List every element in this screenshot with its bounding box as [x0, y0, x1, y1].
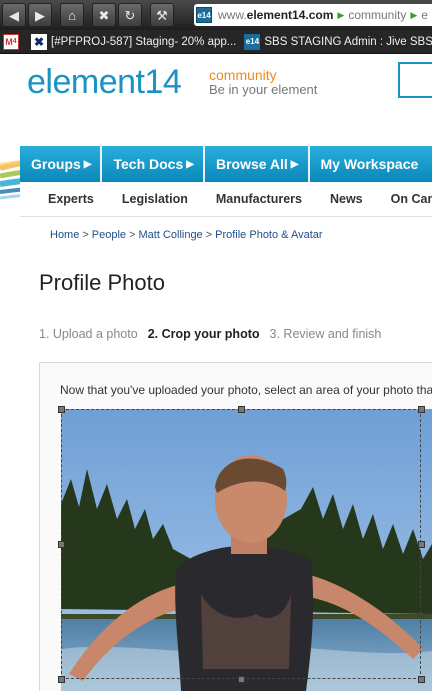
browser-toolbar: ◀ ▶ ⌂ ✖ ↻ ⚒ e14 www. element14.com ▶ comm… — [0, 0, 432, 30]
crop-handle-top-middle[interactable] — [238, 406, 245, 413]
nav-groups[interactable]: Groups ▶ — [20, 146, 103, 182]
address-path: community — [348, 8, 407, 22]
element14-logo[interactable]: element14 — [27, 63, 182, 102]
home-icon[interactable]: ⌂ — [60, 3, 84, 27]
nav-my-workspace[interactable]: My Workspace — [310, 146, 428, 182]
crop-handle-top-left[interactable] — [58, 406, 65, 413]
subnav-experts[interactable]: Experts — [48, 192, 94, 206]
wizard-steps: 1. Upload a photo 2. Crop your photo 3. Re… — [39, 327, 381, 341]
sub-nav: Experts Legislation Manufacturers News O… — [20, 182, 432, 217]
site-favicon-icon: e14 — [196, 7, 212, 23]
address-arrow-icon: ▶ — [337, 9, 345, 20]
site-header: element14 community Be in your element — [0, 54, 432, 202]
crop-instruction: Now that you've uploaded your photo, sel… — [60, 383, 432, 397]
nav-arrow-icon: ▶ — [186, 158, 194, 170]
tab-jira-label: [#PFPROJ-587] Staging- 20% app... — [51, 35, 237, 48]
tagline-community: community — [209, 67, 277, 83]
subnav-manufacturers[interactable]: Manufacturers — [216, 192, 302, 206]
tools-wrench-icon[interactable]: ⚒ — [150, 3, 174, 27]
search-input[interactable] — [398, 62, 432, 98]
subnav-news[interactable]: News — [330, 192, 363, 206]
forward-icon[interactable]: ▶ — [28, 3, 52, 27]
tab-sbs-label: SBS STAGING Admin : Jive SBS — [264, 35, 432, 48]
address-bar[interactable]: e14 www. element14.com ▶ community ▶ e — [194, 4, 432, 26]
tab-gmail[interactable]: M4 — [3, 32, 23, 52]
crop-selection-frame[interactable] — [61, 409, 421, 679]
nav-arrow-icon: ▶ — [83, 158, 92, 170]
breadcrumb-home[interactable]: Home — [50, 229, 79, 241]
breadcrumb-current[interactable]: Profile Photo & Avatar — [215, 229, 322, 241]
element14-icon: e14 — [244, 33, 261, 50]
back-icon[interactable]: ◀ — [2, 3, 26, 27]
stop-icon[interactable]: ✖ — [92, 3, 116, 27]
tab-jira[interactable]: ✖ [#PFPROJ-587] Staging- 20% app... — [31, 32, 236, 52]
nav-tech-docs[interactable]: Tech Docs ▶ — [102, 146, 205, 182]
crop-handle-bottom-right[interactable] — [418, 676, 425, 683]
browser-tab-strip: M4 ✖ [#PFPROJ-587] Staging- 20% app... e… — [0, 30, 432, 54]
page-title: Profile Photo — [39, 270, 165, 295]
crop-handle-top-right[interactable] — [418, 406, 425, 413]
tagline-slogan: Be in your element — [209, 82, 318, 97]
step-upload: 1. Upload a photo — [39, 327, 138, 341]
breadcrumb: Home > People > Matt Collinge > Profile Photo … — [50, 229, 323, 241]
breadcrumb-people[interactable]: People — [92, 229, 126, 241]
breadcrumb-user[interactable]: Matt Collinge — [138, 229, 202, 241]
tab-sbs-admin[interactable]: e14 SBS STAGING Admin : Jive SBS — [244, 32, 432, 52]
subnav-legislation[interactable]: Legislation — [122, 192, 188, 206]
crop-handle-bottom-left[interactable] — [58, 676, 65, 683]
crop-handle-middle-left[interactable] — [58, 541, 65, 548]
crop-handle-bottom-middle[interactable] — [238, 676, 245, 683]
page: ◀ ▶ ⌂ ✖ ↻ ⚒ e14 www. element14.com ▶ comm… — [0, 0, 432, 691]
address-more: e — [421, 8, 428, 22]
address-arrow-icon-2: ▶ — [410, 9, 418, 20]
crop-handle-middle-right[interactable] — [418, 541, 425, 548]
main-nav: Groups ▶ Tech Docs ▶ Browse All ▶ My Worksp… — [20, 146, 432, 182]
address-prefix: www. — [218, 8, 247, 22]
reload-icon[interactable]: ↻ — [118, 3, 142, 27]
nav-browse-all[interactable]: Browse All ▶ — [205, 146, 310, 182]
gmail-icon: M4 — [3, 33, 19, 50]
subnav-on-campus[interactable]: On Campus — [391, 192, 432, 206]
step-review: 3. Review and finish — [269, 327, 382, 341]
jira-icon: ✖ — [31, 33, 47, 50]
address-domain: element14.com — [246, 8, 334, 22]
nav-arrow-icon: ▶ — [290, 158, 299, 170]
step-crop-current: 2. Crop your photo — [147, 327, 260, 341]
